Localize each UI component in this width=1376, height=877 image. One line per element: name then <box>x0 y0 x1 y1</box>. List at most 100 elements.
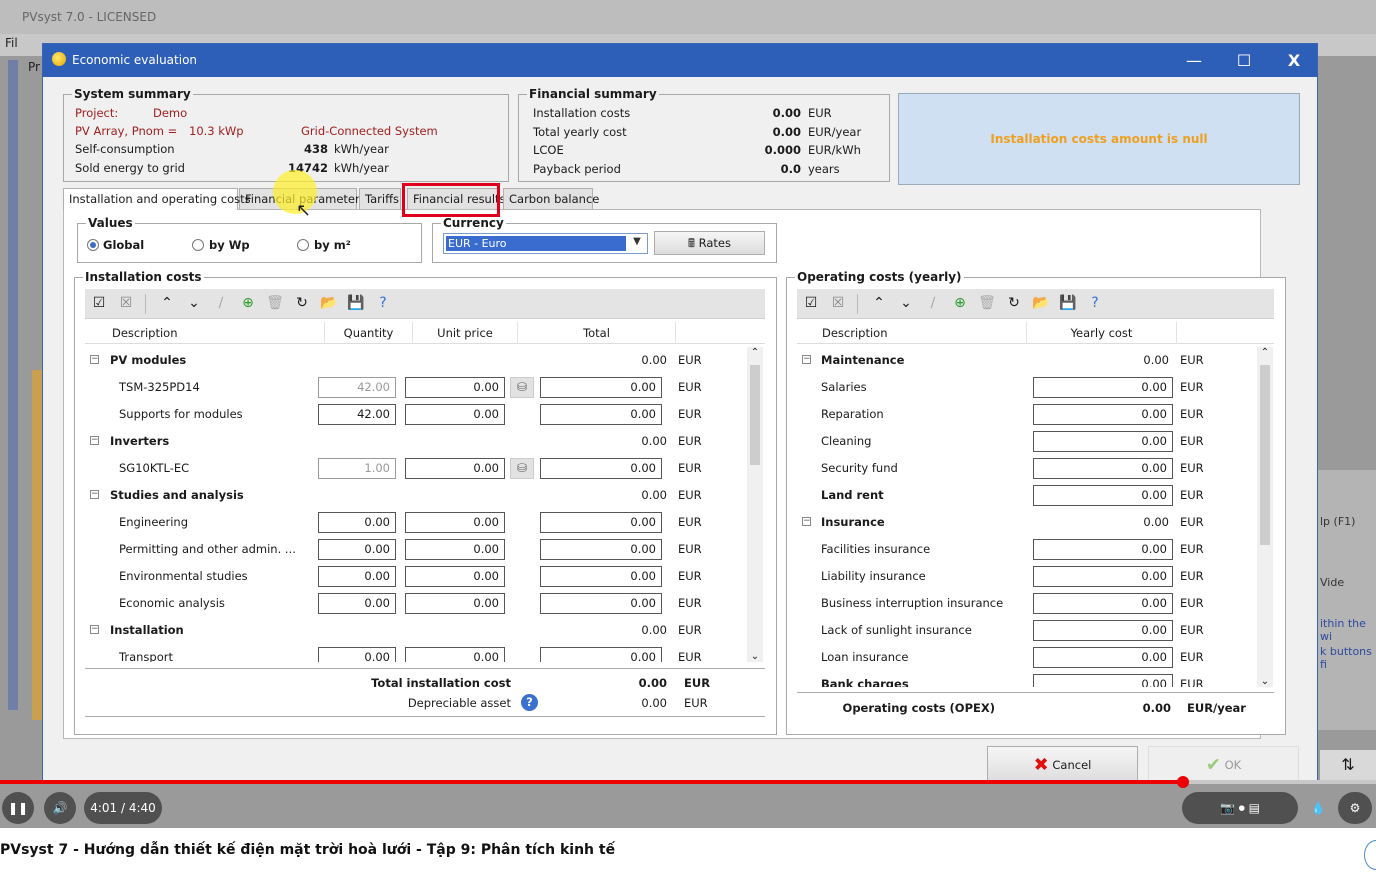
table-row[interactable]: Facilities insurance 0.00 EUR <box>797 536 1257 563</box>
unit-price-field[interactable]: 0.00 <box>405 512 505 533</box>
uncheck-all-icon[interactable]: ☒ <box>829 294 847 312</box>
save-icon[interactable]: 💾 <box>1059 294 1077 312</box>
unit-price-field[interactable]: 0.00 <box>405 377 505 398</box>
table-row[interactable]: Reparation 0.00 EUR <box>797 401 1257 428</box>
autoplay-toggle-icon[interactable]: ⏺ <box>1239 801 1245 815</box>
rates-button[interactable]: 🖩 Rates <box>654 231 765 255</box>
collapse-icon[interactable]: − <box>90 355 99 364</box>
table-row[interactable]: − Inverters 0.00 EUR <box>85 428 749 455</box>
total-field[interactable]: 0.00 <box>540 404 662 425</box>
quantity-field[interactable]: 0.00 <box>318 593 396 614</box>
total-field[interactable]: 0.00 <box>540 539 662 560</box>
add-icon[interactable]: ⊕ <box>951 294 969 312</box>
table-row[interactable]: Bank charges 0.00 EUR <box>797 671 1257 687</box>
table-row[interactable]: Supports for modules 42.00 0.00 0.00 EUR <box>85 401 749 428</box>
scroll-thumb[interactable] <box>750 365 760 465</box>
collapse-icon[interactable]: − <box>90 436 99 445</box>
delete-icon[interactable]: 🗑 <box>978 294 996 312</box>
table-row[interactable]: − Studies and analysis 0.00 EUR <box>85 482 749 509</box>
table-row[interactable]: Engineering 0.00 0.00 0.00 EUR <box>85 509 749 536</box>
move-up-icon[interactable]: ⌃ <box>870 294 888 312</box>
move-up-icon[interactable]: ⌃ <box>158 294 176 312</box>
quantity-field[interactable]: 0.00 <box>318 539 396 560</box>
move-down-icon[interactable]: ⌄ <box>185 294 203 312</box>
quantity-field[interactable]: 42.00 <box>318 377 396 398</box>
table-row[interactable]: Permitting and other admin. ... 0.00 0.00 0… <box>85 536 749 563</box>
quantity-field[interactable]: 0.00 <box>318 566 396 587</box>
table-row[interactable]: − Insurance 0.00 EUR <box>797 509 1257 536</box>
yearly-cost-field[interactable]: 0.00 <box>1033 377 1173 398</box>
total-field[interactable]: 0.00 <box>540 512 662 533</box>
table-row[interactable]: Economic analysis 0.00 0.00 0.00 EUR <box>85 590 749 617</box>
scroll-up-icon[interactable]: ⌃ <box>1257 347 1273 358</box>
quantity-field[interactable]: 0.00 <box>318 512 396 533</box>
quantity-field[interactable]: 0.00 <box>318 647 396 662</box>
collapse-icon[interactable]: − <box>802 355 811 364</box>
check-all-icon[interactable]: ☑ <box>802 294 820 312</box>
check-all-icon[interactable]: ☑ <box>90 294 108 312</box>
yearly-cost-field[interactable]: 0.00 <box>1033 431 1173 452</box>
video-frame[interactable]: PVsyst 7.0 - LICENSED Fil Pr lp (F1) Vid… <box>0 0 1376 828</box>
edit-icon[interactable]: ∕ <box>924 294 942 312</box>
radio-global[interactable] <box>87 239 99 251</box>
ok-button[interactable]: ✔ OK <box>1148 746 1299 784</box>
header-unit-price[interactable]: Unit price <box>413 322 518 344</box>
table-row[interactable]: − Maintenance 0.00 EUR <box>797 347 1257 374</box>
yearly-cost-field[interactable]: 0.00 <box>1033 539 1173 560</box>
scroll-down-icon[interactable]: ⌄ <box>747 651 763 662</box>
dialog-titlebar[interactable]: Economic evaluation — ☐ X <box>43 44 1317 77</box>
table-row[interactable]: Transport 0.00 0.00 0.00 EUR <box>85 644 749 662</box>
delete-icon[interactable]: 🗑 <box>266 294 284 312</box>
yearly-cost-field[interactable]: 0.00 <box>1033 593 1173 614</box>
header-quantity[interactable]: Quantity <box>325 322 413 344</box>
collapse-icon[interactable]: − <box>90 490 99 499</box>
scroll-down-icon[interactable]: ⌄ <box>1257 676 1273 687</box>
save-icon[interactable]: 💾 <box>347 294 365 312</box>
maximize-button[interactable]: ☐ <box>1221 44 1267 77</box>
refresh-icon[interactable]: ↻ <box>293 294 311 312</box>
open-folder-icon[interactable]: 📂 <box>1032 294 1050 312</box>
table-row[interactable]: Salaries 0.00 EUR <box>797 374 1257 401</box>
total-field[interactable]: 0.00 <box>540 566 662 587</box>
yearly-cost-field[interactable]: 0.00 <box>1033 647 1173 668</box>
subtitles-icon[interactable]: ▤ <box>1249 801 1260 815</box>
header-description[interactable]: Description <box>797 322 1027 344</box>
table-row[interactable]: − PV modules 0.00 EUR <box>85 347 749 374</box>
help-icon[interactable]: ? <box>374 294 392 312</box>
drop-icon[interactable]: 💧 <box>1306 792 1330 824</box>
total-field[interactable]: 0.00 <box>540 458 662 479</box>
tab-tariffs[interactable]: Tariffs <box>359 188 401 209</box>
quantity-field[interactable]: 1.00 <box>318 458 396 479</box>
help-icon[interactable]: ? <box>1086 294 1104 312</box>
yearly-cost-field[interactable]: 0.00 <box>1033 404 1173 425</box>
close-button[interactable]: X <box>1271 44 1317 77</box>
unit-price-field[interactable]: 0.00 <box>405 458 505 479</box>
installation-scrollbar[interactable]: ⌃ ⌄ <box>747 347 763 662</box>
minimize-button[interactable]: — <box>1171 44 1217 77</box>
yearly-cost-field[interactable]: 0.00 <box>1033 485 1173 506</box>
database-icon[interactable]: ⛁ <box>510 377 534 398</box>
collapse-icon[interactable]: − <box>802 517 811 526</box>
table-row[interactable]: Land rent 0.00 EUR <box>797 482 1257 509</box>
tab-carbon-balance[interactable]: Carbon balance <box>503 188 599 209</box>
table-row[interactable]: Security fund 0.00 EUR <box>797 455 1257 482</box>
refresh-icon[interactable]: ↻ <box>1005 294 1023 312</box>
open-folder-icon[interactable]: 📂 <box>320 294 338 312</box>
radio-by-wp[interactable] <box>192 239 204 251</box>
total-field[interactable]: 0.00 <box>540 647 662 662</box>
volume-button[interactable]: 🔊 <box>44 792 76 824</box>
settings-gear-icon[interactable]: ⚙ <box>1338 792 1372 824</box>
unit-price-field[interactable]: 0.00 <box>405 539 505 560</box>
unit-price-field[interactable]: 0.00 <box>405 593 505 614</box>
move-down-icon[interactable]: ⌄ <box>897 294 915 312</box>
pause-button[interactable]: ❚❚ <box>2 792 34 824</box>
header-total[interactable]: Total <box>518 322 676 344</box>
table-row[interactable]: − Installation 0.00 EUR <box>85 617 749 644</box>
header-yearly-cost[interactable]: Yearly cost <box>1027 322 1177 344</box>
operating-scrollbar[interactable]: ⌃ ⌄ <box>1257 347 1273 687</box>
table-row[interactable]: Lack of sunlight insurance 0.00 EUR <box>797 617 1257 644</box>
unit-price-field[interactable]: 0.00 <box>405 404 505 425</box>
database-icon[interactable]: ⛁ <box>510 458 534 479</box>
scroll-thumb[interactable] <box>1260 365 1270 545</box>
table-row[interactable]: Business interruption insurance 0.00 EUR <box>797 590 1257 617</box>
